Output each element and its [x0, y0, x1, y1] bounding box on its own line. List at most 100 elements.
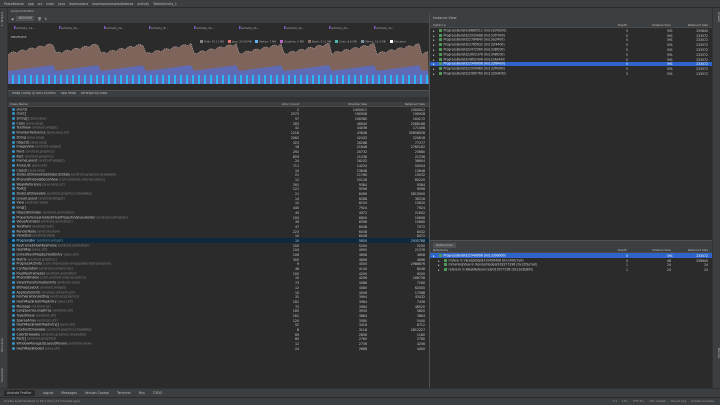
activity-marker[interactable]: activity_fa... [331, 26, 349, 30]
status-item[interactable]: Gradle Console [691, 400, 714, 403]
class-name: Rect[] [16, 337, 27, 341]
gradle-tool-tab[interactable]: Gradle [713, 12, 720, 22]
memory-timeline[interactable]: activity_1a... activity_fa... activity_fa.… [8, 23, 429, 85]
instance-icon [439, 71, 442, 75]
expand-icon[interactable]: ▸ [433, 72, 435, 76]
class-name: View$TransformationInfo [16, 281, 57, 285]
col-retained-size[interactable]: Retained Size [405, 103, 425, 106]
favorites-tool-tab[interactable]: Favorites [0, 368, 8, 382]
reference-row[interactable]: ▸ referent in WeakReference@319277296 (0x… [430, 267, 712, 272]
legend-swatch [307, 40, 311, 43]
status-item[interactable]: 1:1 [612, 400, 617, 403]
breadcrumb-item[interactable]: main [46, 2, 54, 6]
class-icon [12, 295, 15, 299]
instance-icon [439, 43, 442, 47]
activity-marker[interactable]: activity_1a... [16, 26, 35, 30]
col-depth[interactable]: Depth [618, 24, 627, 27]
activity-marker[interactable]: activity_fa... [61, 26, 79, 30]
instance-name: ProgressBar@316880512 (0x12e0f3c00) [443, 28, 507, 33]
bottom-tab[interactable]: Terminal [117, 391, 130, 395]
gc-icon[interactable]: 🗑 [37, 17, 41, 21]
class-name: LinearLayout [16, 196, 38, 201]
col-inst-shallow[interactable]: Shallow Size [652, 24, 671, 27]
class-package: (java.lang) [27, 135, 45, 140]
status-item[interactable]: Event Log [671, 400, 686, 403]
status-item[interactable]: Git: master [649, 400, 666, 403]
activity-marker[interactable]: activity_fa... [286, 26, 304, 30]
activity-marker[interactable]: activity_fa... [106, 26, 124, 30]
bottom-tab[interactable]: Run [139, 391, 145, 395]
class-icon [12, 234, 15, 238]
col-shallow-size[interactable]: Shallow Size [348, 103, 367, 106]
right-tool-strip: Gradle Device [712, 8, 720, 397]
class-package: (android.text) [31, 224, 54, 229]
class-name: Rect [16, 154, 24, 159]
breadcrumb-item[interactable]: java [58, 2, 65, 6]
class-rows: short[] 2 2400012 2400012 char[] 2572 190928… [8, 107, 429, 351]
bottom-tab[interactable]: Android Profiler [4, 390, 35, 396]
class-icon [12, 304, 15, 308]
col-inst-retained[interactable]: Retained Size [688, 24, 708, 27]
class-name: PropertyValuesHolder$FloatPropertyValues… [16, 215, 96, 219]
instance-icon [439, 33, 442, 37]
col-reference[interactable]: Reference [433, 249, 448, 252]
activity-marker[interactable]: activity_fa... [241, 26, 259, 30]
col-ref-shallow[interactable]: Shallow Size [652, 249, 671, 252]
breadcrumb-item[interactable]: PastaBaloria [4, 2, 24, 6]
device-explorer-tool-tab[interactable]: Device [713, 348, 720, 358]
col-ref-retained[interactable]: Retained Size [688, 249, 708, 252]
expand-icon[interactable]: ▸ [438, 268, 440, 272]
bottom-tab[interactable]: Messages [61, 391, 77, 395]
col-class-name[interactable]: Class Name [10, 103, 28, 106]
back-icon[interactable]: ◀ [11, 17, 13, 21]
status-item[interactable]: LF+ [622, 400, 628, 403]
memory-chart: activity_1a... activity_fa... activity_fa.… [8, 26, 429, 85]
heap-dump-label[interactable]: Heap Dump @ 8m21s49ms [12, 92, 56, 95]
col-alloc-count[interactable]: Alloc Count [282, 103, 299, 106]
activity-icon [329, 26, 331, 29]
bottom-tab[interactable]: Logcat [43, 391, 54, 395]
col-ref-depth[interactable]: Depth [618, 249, 627, 252]
class-icon [12, 117, 15, 121]
col-instance[interactable]: Instance [433, 24, 446, 27]
class-package: (java.util) [45, 346, 61, 351]
project-tool-tab[interactable]: 1: Project [0, 12, 8, 26]
arrange-selector[interactable]: Arrange by class [81, 92, 108, 95]
breadcrumb-item[interactable]: src [38, 2, 43, 6]
table-row[interactable]: HashMap$Node[] (java.util) 24 2688 4400 [8, 346, 429, 351]
profiler-section-selector[interactable]: MEMORY [16, 15, 35, 22]
legend-swatch [335, 40, 339, 43]
status-item[interactable]: UTF-8+ [633, 400, 644, 403]
class-package: (java.util) [32, 248, 48, 252]
legend-item: Java: 24.59 MB [228, 40, 251, 44]
instance-icon [439, 52, 442, 56]
breadcrumb-item[interactable]: activity [137, 2, 149, 6]
legend-label: Stack: 0.11 MB [311, 40, 332, 44]
activity-marker[interactable]: activity_fa... [376, 26, 394, 30]
reference-name: mOwningView in RenderNode@318277296 (0x1… [448, 263, 538, 267]
class-package: (android.util) [37, 318, 58, 323]
class-icon [12, 163, 15, 167]
retained-cell: 24 [704, 268, 708, 273]
class-package: (android.content.pm) [41, 290, 76, 294]
heap-dump-icon[interactable]: ⬇ [44, 17, 47, 21]
instance-row[interactable]: ▸ ProgressBar@322965760 (0x1339d400) 5 591 2… [430, 71, 712, 76]
bottom-tab[interactable]: TODO [153, 391, 162, 395]
activity-marker[interactable]: activity_fa... [196, 26, 214, 30]
activity-marker[interactable]: activity_ft... [151, 26, 169, 30]
breadcrumb-item[interactable]: app [28, 2, 34, 6]
structure-tool-tab[interactable]: Structure [0, 338, 8, 352]
class-package: (android.graphics.drawable) [71, 173, 117, 177]
class-package: (android.animation) [96, 215, 128, 219]
class-icon [12, 299, 15, 303]
breadcrumb-item[interactable]: imprese/example/bataces [92, 2, 133, 6]
class-icon [12, 192, 15, 196]
breadcrumb-item[interactable]: impressions [69, 2, 88, 6]
status-right: 1:1 LF+ UTF-8+ Git: master Event Log Gradle C… [612, 400, 714, 403]
heap-selector[interactable]: app heap [61, 92, 76, 95]
breadcrumb-item[interactable]: TableActivity_1 [153, 2, 177, 6]
bottom-tab[interactable]: Version Control [85, 391, 109, 395]
instance-rows: ▸ ProgressBar@316880512 (0x12e0f3c00) 5 591… [430, 28, 712, 76]
class-name: Class [16, 121, 25, 126]
class-package: (java.util) [31, 163, 47, 168]
